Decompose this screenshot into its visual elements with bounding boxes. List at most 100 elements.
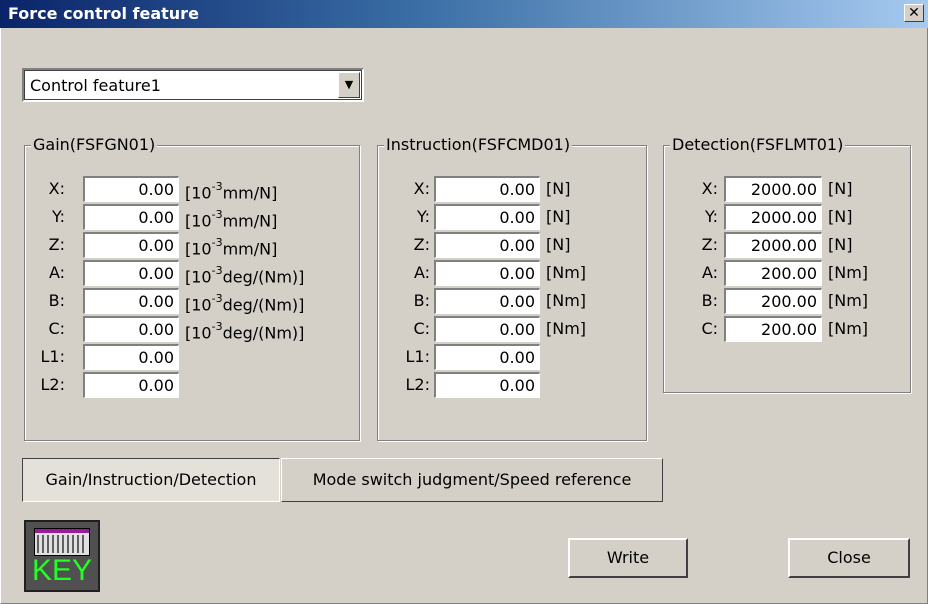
unit-suffix: mm/N]	[222, 183, 278, 203]
gain-value-field[interactable]: 0.00	[83, 344, 179, 370]
gain-unit: [10-3deg/(Nm)]	[185, 316, 304, 346]
gain-value-field[interactable]: 0.00	[83, 288, 179, 314]
key-button[interactable]: KEY	[24, 520, 100, 592]
instruction-value-field[interactable]: 0.00	[434, 204, 540, 230]
gain-axis-label: X:	[48, 179, 65, 198]
instruction-value-field[interactable]: 0.00	[434, 260, 540, 286]
gain-unit: [10-3mm/N]	[185, 204, 277, 234]
detection-row: Z: 2000.00 [N]	[664, 232, 910, 258]
tab-mode-switch-speed-reference[interactable]: Mode switch judgment/Speed reference	[281, 458, 663, 502]
instruction-value-field[interactable]: 0.00	[434, 288, 540, 314]
instruction-value-field[interactable]: 0.00	[434, 176, 540, 202]
detection-unit: [Nm]	[828, 263, 869, 282]
instruction-unit: [Nm]	[546, 291, 587, 310]
detection-group-title: Detection(FSFLMT01)	[670, 135, 846, 155]
write-button[interactable]: Write	[568, 538, 688, 578]
detection-value-field[interactable]: 200.00	[724, 260, 822, 286]
gain-group-title: Gain(FSFGN01)	[31, 135, 158, 155]
detection-row: C: 200.00 [Nm]	[664, 316, 910, 342]
detection-row: X: 2000.00 [N]	[664, 176, 910, 202]
unit-suffix: deg/(Nm)]	[222, 295, 305, 315]
instruction-row: Y: 0.00 [N]	[378, 204, 646, 230]
instruction-unit: [N]	[546, 207, 571, 226]
gain-group: Gain(FSFGN01) X: 0.00 [10-3mm/N] Y: 0.00 [10-…	[24, 135, 360, 441]
gain-value-field[interactable]: 0.00	[83, 204, 179, 230]
unit-suffix: mm/N]	[222, 211, 278, 231]
instruction-row: B: 0.00 [Nm]	[378, 288, 646, 314]
instruction-group: Instruction(FSFCMD01) X: 0.00 [N] Y: 0.00 [N]…	[377, 135, 647, 441]
detection-value-field[interactable]: 2000.00	[724, 176, 822, 202]
detection-axis-label: B:	[701, 291, 718, 310]
unit-exponent: -3	[211, 264, 223, 277]
close-window-icon[interactable]: ✕	[904, 4, 924, 22]
unit-exponent: -3	[211, 180, 223, 193]
gain-row: Y: 0.00 [10-3mm/N]	[25, 204, 359, 230]
gain-unit: [10-3deg/(Nm)]	[185, 260, 304, 290]
instruction-axis-label: X:	[413, 179, 430, 198]
detection-row: B: 200.00 [Nm]	[664, 288, 910, 314]
instruction-row: C: 0.00 [Nm]	[378, 316, 646, 342]
unit-exponent: -3	[211, 208, 223, 221]
unit-prefix: [10	[185, 183, 212, 203]
detection-axis-label: X:	[701, 179, 718, 198]
detection-value-field[interactable]: 200.00	[724, 316, 822, 342]
instruction-unit: [N]	[546, 235, 571, 254]
close-button[interactable]: Close	[788, 538, 910, 578]
instruction-row: L1: 0.00	[378, 344, 646, 370]
tab-gain-instruction-detection[interactable]: Gain/Instruction/Detection	[22, 458, 280, 502]
key-button-label: KEY	[31, 554, 93, 587]
chevron-down-icon[interactable]: ▼	[338, 72, 360, 98]
instruction-unit: [Nm]	[546, 319, 587, 338]
gain-axis-label: A:	[48, 263, 65, 282]
gain-axis-label: B:	[48, 291, 65, 310]
instruction-row: X: 0.00 [N]	[378, 176, 646, 202]
control-feature-value: Control feature1	[30, 76, 161, 95]
detection-value-field[interactable]: 2000.00	[724, 232, 822, 258]
instruction-row: A: 0.00 [Nm]	[378, 260, 646, 286]
detection-group: Detection(FSFLMT01) X: 2000.00 [N] Y: 2000.0…	[663, 135, 911, 393]
keyboard-icon	[34, 528, 90, 556]
gain-axis-label: Z:	[48, 235, 65, 254]
detection-axis-label: Z:	[701, 235, 718, 254]
instruction-value-field[interactable]: 0.00	[434, 344, 540, 370]
detection-unit: [N]	[828, 235, 853, 254]
detection-value-field[interactable]: 200.00	[724, 288, 822, 314]
gain-unit: [10-3deg/(Nm)]	[185, 288, 304, 318]
detection-row: Y: 2000.00 [N]	[664, 204, 910, 230]
instruction-value-field[interactable]: 0.00	[434, 232, 540, 258]
instruction-value-field[interactable]: 0.00	[434, 372, 540, 398]
gain-value-field[interactable]: 0.00	[83, 232, 179, 258]
gain-row: Z: 0.00 [10-3mm/N]	[25, 232, 359, 258]
unit-suffix: mm/N]	[222, 239, 278, 259]
instruction-axis-label: B:	[413, 291, 430, 310]
unit-prefix: [10	[185, 295, 212, 315]
gain-row: L1: 0.00	[25, 344, 359, 370]
detection-row: A: 200.00 [Nm]	[664, 260, 910, 286]
detection-unit: [N]	[828, 207, 853, 226]
gain-row: X: 0.00 [10-3mm/N]	[25, 176, 359, 202]
instruction-axis-label: L1:	[405, 347, 430, 366]
unit-exponent: -3	[211, 236, 223, 249]
control-feature-select[interactable]: Control feature1 ▼	[22, 68, 364, 102]
unit-prefix: [10	[185, 239, 212, 259]
instruction-unit: [Nm]	[546, 263, 587, 282]
gain-row: L2: 0.00	[25, 372, 359, 398]
gain-value-field[interactable]: 0.00	[83, 260, 179, 286]
instruction-axis-label: L2:	[405, 375, 430, 394]
instruction-row: L2: 0.00	[378, 372, 646, 398]
unit-prefix: [10	[185, 323, 212, 343]
detection-unit: [N]	[828, 179, 853, 198]
gain-value-field[interactable]: 0.00	[83, 372, 179, 398]
gain-row: C: 0.00 [10-3deg/(Nm)]	[25, 316, 359, 342]
detection-value-field[interactable]: 2000.00	[724, 204, 822, 230]
unit-exponent: -3	[211, 320, 223, 333]
gain-axis-label: C:	[48, 319, 65, 338]
instruction-axis-label: Y:	[416, 207, 430, 226]
unit-suffix: deg/(Nm)]	[222, 323, 305, 343]
unit-suffix: deg/(Nm)]	[222, 267, 305, 287]
gain-value-field[interactable]: 0.00	[83, 176, 179, 202]
gain-value-field[interactable]: 0.00	[83, 316, 179, 342]
gain-row: A: 0.00 [10-3deg/(Nm)]	[25, 260, 359, 286]
instruction-value-field[interactable]: 0.00	[434, 316, 540, 342]
detection-unit: [Nm]	[828, 319, 869, 338]
